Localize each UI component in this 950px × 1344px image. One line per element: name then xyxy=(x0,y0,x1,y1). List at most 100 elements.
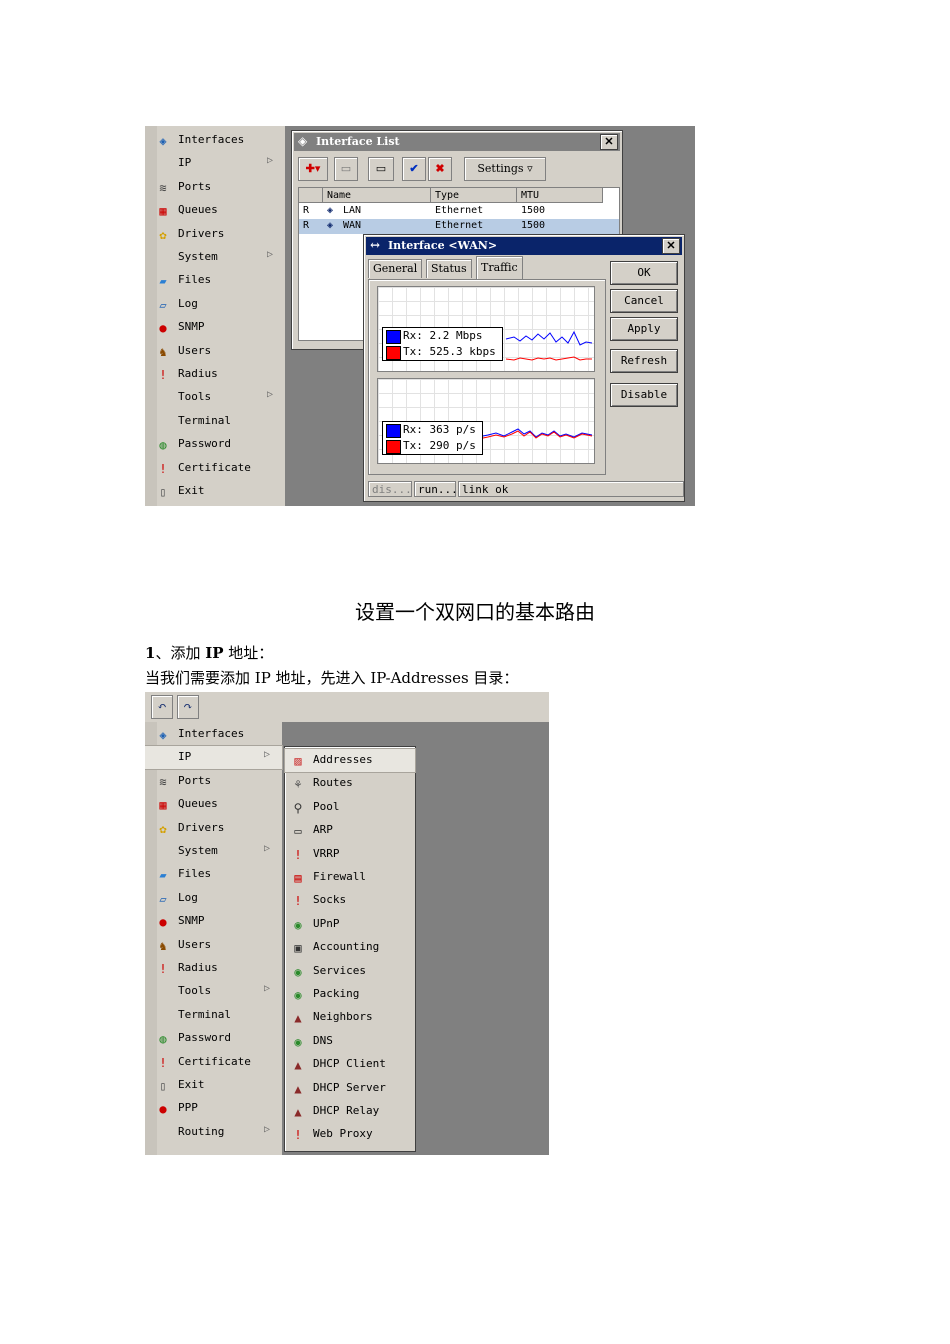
menu-item-snmp[interactable]: ● SNMP xyxy=(145,316,285,339)
submenu-item-dhcp-server[interactable]: ▲ DHCP Server xyxy=(285,1077,415,1100)
submenu-item-neighbors[interactable]: ▲ Neighbors xyxy=(285,1006,415,1029)
name-column-header[interactable]: Name xyxy=(323,188,431,203)
menu-item-ppp[interactable]: ● PPP xyxy=(145,1097,282,1120)
menu-item-log[interactable]: ▱ Log xyxy=(145,293,285,316)
interface-wan-titlebar: ↔ Interface <WAN> ✕ xyxy=(366,237,682,255)
submenu-item-firewall[interactable]: ▤ Firewall xyxy=(285,866,415,889)
top-toolbar: ↶ ↷ xyxy=(145,692,549,723)
menu-item-tools[interactable]: Tools ▷ xyxy=(145,980,282,1003)
menu-item-label: Routing xyxy=(178,1124,225,1138)
tab-general[interactable]: General xyxy=(368,259,423,278)
menu-item-exit[interactable]: ▯ Exit xyxy=(145,480,285,503)
menu-item-certificate[interactable]: ! Certificate xyxy=(145,457,285,480)
menu-item-tools[interactable]: Tools ▷ xyxy=(145,386,285,409)
cancel-button[interactable]: Cancel xyxy=(610,289,678,313)
close-button[interactable]: ✕ xyxy=(662,238,680,254)
mtu-column-header[interactable]: MTU xyxy=(517,188,603,203)
submenu-item-dns[interactable]: ◉ DNS xyxy=(285,1030,415,1053)
menu-item-ip[interactable]: IP ▷ xyxy=(145,152,285,175)
add-button[interactable]: ✚▾ xyxy=(298,157,328,181)
settings-button[interactable]: Settings ▿ xyxy=(464,157,546,181)
tab-status[interactable]: Status xyxy=(426,259,472,278)
menu-item-label: Password xyxy=(178,1031,231,1045)
menu-item-snmp[interactable]: ● SNMP xyxy=(145,910,282,933)
flag-column-header[interactable] xyxy=(299,188,323,203)
menu-item-log[interactable]: ▱ Log xyxy=(145,887,282,910)
menu-item-label: Drivers xyxy=(178,820,225,834)
menu-item-password[interactable]: ◍ Password xyxy=(145,433,285,456)
menu-item-drivers[interactable]: ✿ Drivers xyxy=(145,223,285,246)
menu-item-ports[interactable]: ≋ Ports xyxy=(145,770,282,793)
disable-button[interactable]: ✖ xyxy=(428,157,452,181)
submenu-item-label: Socks xyxy=(313,893,347,907)
log-icon: ▱ xyxy=(159,297,167,312)
menu-item-ip[interactable]: IP ▷ xyxy=(145,745,283,771)
submenu-item-addresses[interactable]: ▨ Addresses xyxy=(284,748,416,773)
menu-item-radius[interactable]: ! Radius xyxy=(145,957,282,980)
menu-item-label: Tools xyxy=(178,390,212,404)
menu-item-radius[interactable]: ! Radius xyxy=(145,363,285,386)
submenu-item-label: Routes xyxy=(313,776,353,790)
submenu-item-arp[interactable]: ▭ ARP xyxy=(285,819,415,842)
submenu-item-label: Web Proxy xyxy=(313,1127,373,1141)
tab-traffic[interactable]: Traffic xyxy=(476,256,523,279)
menu-item-interfaces[interactable]: ◈ Interfaces xyxy=(145,723,282,746)
menu-item-certificate[interactable]: ! Certificate xyxy=(145,1051,282,1074)
ok-button[interactable]: OK xyxy=(610,261,678,285)
menu-item-label: IP xyxy=(178,156,192,170)
menu-item-users[interactable]: ♞ Users xyxy=(145,340,285,363)
menu-item-queues[interactable]: ▦ Queues xyxy=(145,199,285,222)
submenu-item-dhcp-client[interactable]: ▲ DHCP Client xyxy=(285,1053,415,1076)
ip-submenu: ▨ Addresses ⚘ Routes ⚲ Pool ▭ ARP! VRRP ▤ Firewall… xyxy=(284,746,416,1152)
menu-item-ports[interactable]: ≋ Ports xyxy=(145,176,285,199)
menu-item-label: Exit xyxy=(178,484,205,497)
menu-item-exit[interactable]: ▯ Exit xyxy=(145,1074,282,1097)
menu-item-routing[interactable]: Routing ▷ xyxy=(145,1121,282,1144)
menu-item-files[interactable]: ▰ Files xyxy=(145,863,282,886)
submenu-item-web-proxy[interactable]: ! Web Proxy xyxy=(285,1123,415,1146)
menu-item-files[interactable]: ▰ Files xyxy=(145,269,285,292)
comment-button[interactable]: ▭ xyxy=(368,157,394,181)
dns-icon: ◉ xyxy=(294,1034,302,1049)
menu-item-label: Certificate xyxy=(178,1054,251,1068)
apply-button[interactable]: Apply xyxy=(610,317,678,341)
menu-item-interfaces[interactable]: ◈ Interfaces xyxy=(145,129,285,152)
submenu-item-socks[interactable]: ! Socks xyxy=(285,889,415,912)
menu-item-system[interactable]: System ▷ xyxy=(145,840,282,863)
table-row[interactable]: R ◈ LAN Ethernet 1500 xyxy=(299,204,619,219)
submenu-item-routes[interactable]: ⚘ Routes xyxy=(285,772,415,795)
submenu-item-pool[interactable]: ⚲ Pool xyxy=(285,796,415,819)
menu-item-queues[interactable]: ▦ Queues xyxy=(145,793,282,816)
submenu-item-packing[interactable]: ◉ Packing xyxy=(285,983,415,1006)
menu-item-terminal[interactable]: Terminal xyxy=(145,410,285,433)
radius-icon: ! xyxy=(159,368,167,382)
table-row-selected[interactable]: R ◈ WAN Ethernet 1500 xyxy=(299,219,619,234)
submenu-item-label: DHCP Relay xyxy=(313,1104,380,1117)
refresh-button[interactable]: Refresh xyxy=(610,349,678,373)
menu-item-terminal[interactable]: Terminal xyxy=(145,1004,282,1027)
bits-graph-legend: Rx: 2.2 Mbps Tx: 525.3 kbps xyxy=(382,327,503,361)
submenu-item-upnp[interactable]: ◉ UPnP xyxy=(285,913,415,936)
menu-item-label: Interfaces xyxy=(178,727,245,740)
upnp-icon: ◉ xyxy=(294,917,302,932)
undo-button[interactable]: ↶ xyxy=(151,695,173,719)
row-name: LAN xyxy=(343,205,362,216)
menu-item-drivers[interactable]: ✿ Drivers xyxy=(145,817,282,840)
submenu-item-label: Neighbors xyxy=(313,1010,373,1024)
redo-button[interactable]: ↷ xyxy=(177,695,199,719)
submenu-item-services[interactable]: ◉ Services xyxy=(285,960,415,983)
main-menu: ◈ Interfaces IP ▷ ≋ Ports ▦ Queues ✿ Drivers Syste… xyxy=(145,722,283,1155)
enable-button[interactable]: ✔ xyxy=(402,157,426,181)
certificate-icon: ! xyxy=(159,1055,167,1070)
menu-item-password[interactable]: ◍ Password xyxy=(145,1027,282,1050)
menu-item-users[interactable]: ♞ Users xyxy=(145,934,282,957)
submenu-item-vrrp[interactable]: ! VRRP xyxy=(285,843,415,866)
remove-button[interactable]: ▭ xyxy=(334,157,358,181)
close-button[interactable]: ✕ xyxy=(600,134,618,150)
main-menu: ◈ Interfaces IP ▷ ≋ Ports ▦ Queues ✿ Drivers Syste… xyxy=(145,126,285,506)
disable-button[interactable]: Disable xyxy=(610,383,678,407)
menu-item-system[interactable]: System ▷ xyxy=(145,246,285,269)
submenu-item-dhcp-relay[interactable]: ▲ DHCP Relay xyxy=(285,1100,415,1123)
submenu-item-accounting[interactable]: ▣ Accounting xyxy=(285,936,415,959)
type-column-header[interactable]: Type xyxy=(431,188,517,203)
